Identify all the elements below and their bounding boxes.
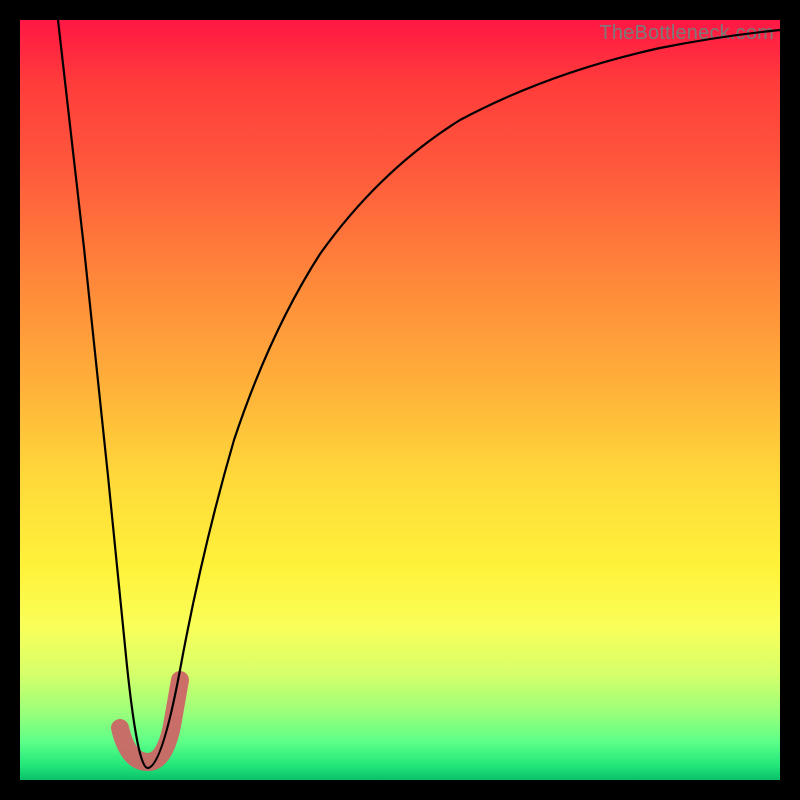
chart-frame: TheBottleneck.com: [0, 0, 800, 800]
plot-area: TheBottleneck.com: [20, 20, 780, 780]
chart-svg: [20, 20, 780, 780]
bottleneck-curve: [58, 20, 780, 768]
